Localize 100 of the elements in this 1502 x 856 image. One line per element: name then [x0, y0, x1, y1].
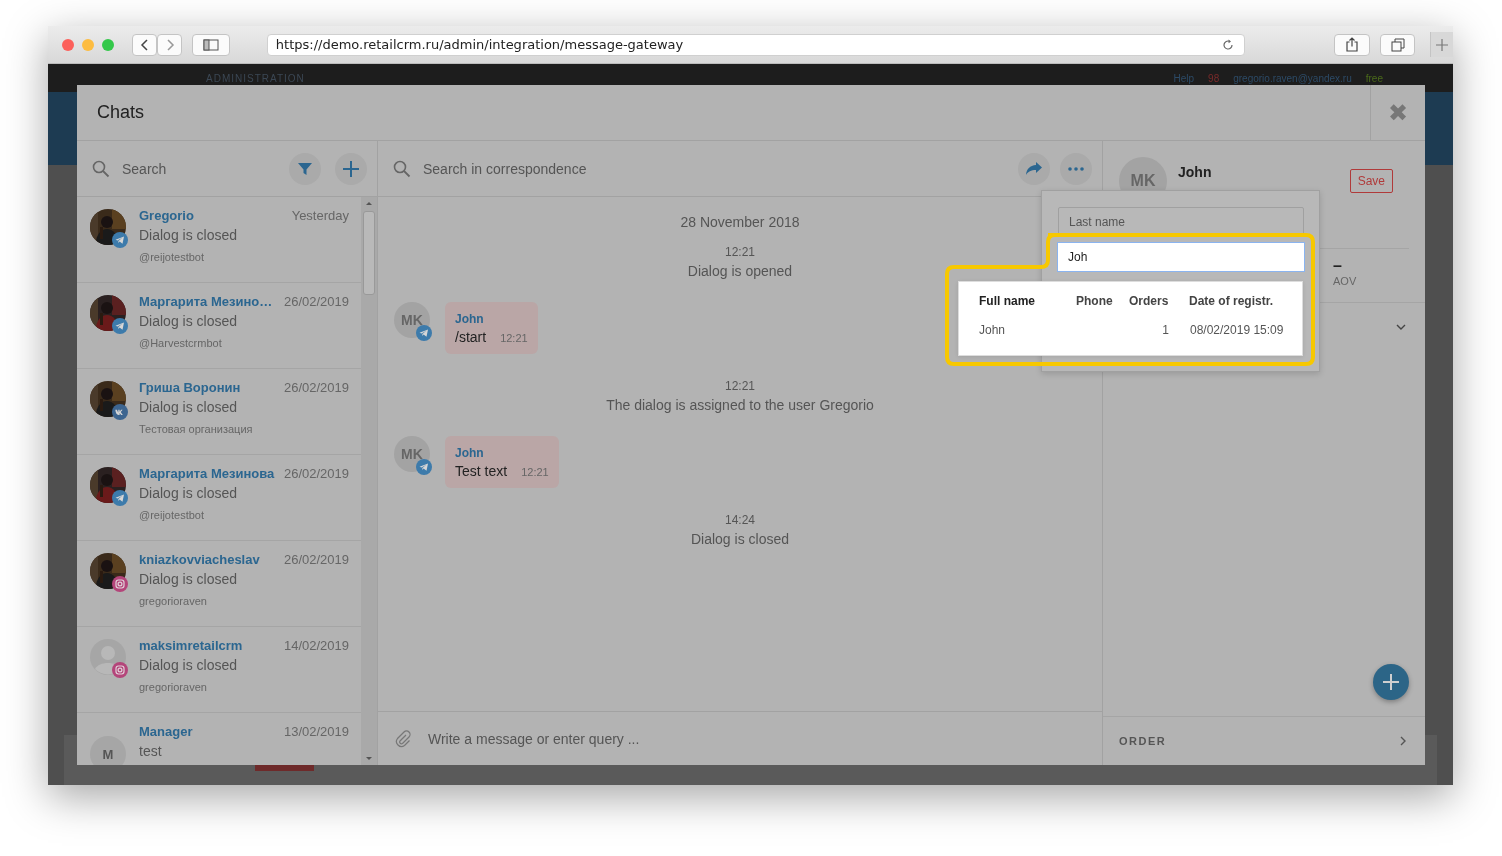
- chat-list-item[interactable]: Gregorio Yesterday Dialog is closed @reijotestbot: [77, 197, 361, 283]
- chevron-right-icon: [1399, 735, 1407, 747]
- search-field[interactable]: Search in correspondence: [421, 159, 1008, 178]
- telegram-icon: [416, 459, 432, 475]
- order-section-row[interactable]: ORDER: [1103, 716, 1425, 765]
- paperclip-icon[interactable]: [394, 729, 412, 748]
- share-icon: [1346, 37, 1359, 52]
- chat-source: Тестовая организация: [139, 423, 254, 435]
- chat-date: 26/02/2019: [283, 380, 349, 395]
- address-field[interactable]: https://demo.retailcrm.ru/admin/integration/message-gateway: [266, 33, 1246, 56]
- contact-name: Manager: [139, 724, 193, 739]
- dialog-title: Chats: [97, 102, 146, 123]
- chat-preview: test: [139, 743, 163, 759]
- add-button[interactable]: [1373, 664, 1409, 700]
- contact-name: maksimretailcrm: [139, 638, 243, 653]
- save-button[interactable]: Save: [1349, 169, 1393, 193]
- back-button[interactable]: [132, 33, 157, 56]
- sidebar-icon: [202, 38, 219, 51]
- chat-source: @reijotestbot: [139, 251, 205, 263]
- tabs-button[interactable]: [1380, 33, 1416, 56]
- message-time: 12:21: [500, 332, 528, 344]
- chat-date: 26/02/2019: [283, 466, 349, 481]
- instagram-icon: [112, 662, 128, 678]
- search-field[interactable]: Search: [120, 159, 279, 178]
- stat-value: –: [1333, 257, 1343, 275]
- filter-button[interactable]: [289, 152, 321, 185]
- contact-name: Маргарита Мезинова: [139, 466, 275, 481]
- avatar-initial: M: [90, 736, 126, 765]
- forward-icon: [164, 37, 175, 52]
- message-input[interactable]: Write a message or enter query ...: [426, 729, 1102, 748]
- share-button[interactable]: [1334, 33, 1371, 56]
- chat-date: 26/02/2019: [283, 552, 349, 567]
- chat-list-item[interactable]: Маргарита Мезинова 26/02/2019 Dialog is closed @reijotestbot: [77, 455, 361, 541]
- chat-list-item[interactable]: M Manager 13/02/2019 test: [77, 713, 361, 765]
- chat-source: @reijotestbot: [139, 509, 205, 521]
- stat-label: AOV: [1333, 275, 1358, 287]
- chat-source: @Harvestcrmbot: [139, 337, 223, 349]
- vk-icon: [112, 404, 128, 420]
- name-search-field[interactable]: Joh: [1057, 242, 1305, 272]
- reload-icon[interactable]: [1222, 38, 1235, 51]
- contact-name: Gregorio: [139, 208, 194, 223]
- chat-source: gregorioraven: [139, 681, 208, 693]
- message-author: John: [455, 312, 485, 326]
- chat-list-item[interactable]: Гриша Воронин 26/02/2019 Dialog is closed Тестовая организация: [77, 369, 361, 455]
- plus-icon: [1382, 673, 1400, 691]
- chat-date: 13/02/2019: [283, 724, 349, 739]
- chat-date: Yesterday: [291, 208, 349, 223]
- chat-preview: Dialog is closed: [139, 399, 239, 415]
- message-author: John: [455, 446, 485, 460]
- chat-list-item[interactable]: maksimretailcrm 14/02/2019 Dialog is closed gregorioraven: [77, 627, 361, 713]
- contact-name: kniazkovviacheslav: [139, 552, 260, 567]
- user-email[interactable]: gregorio.raven@yandex.ru: [1233, 72, 1352, 84]
- event-time: 12:21: [725, 379, 755, 393]
- column-header: Full name: [979, 294, 1036, 308]
- chat-preview: Dialog is closed: [139, 313, 239, 329]
- contact-name: Гриша Воронин: [139, 380, 241, 395]
- message-text: /start: [455, 329, 487, 345]
- chevron-down-icon[interactable]: [1395, 323, 1407, 331]
- tabs-icon: [1390, 37, 1405, 52]
- system-message: Dialog is opened: [687, 263, 793, 279]
- filter-icon: [297, 160, 313, 177]
- more-button[interactable]: [1060, 152, 1092, 185]
- customer-name: John: [1178, 164, 1212, 180]
- sidebar-button[interactable]: [192, 33, 230, 56]
- avatar-placeholder-icon: [90, 639, 126, 675]
- telegram-icon: [112, 318, 128, 334]
- plan-label: free: [1365, 72, 1383, 84]
- new-tab-button[interactable]: [1430, 32, 1453, 57]
- forward-button[interactable]: [157, 33, 182, 56]
- chat-preview: Dialog is closed: [139, 571, 239, 587]
- close-window-button[interactable]: [62, 38, 74, 51]
- telegram-icon: [112, 232, 128, 248]
- back-icon: [139, 37, 150, 52]
- plus-icon: [1436, 38, 1449, 51]
- plus-icon: [342, 159, 360, 178]
- telegram-icon: [112, 490, 128, 506]
- message-text: Test text: [455, 463, 508, 479]
- column-header: Phone: [1076, 294, 1114, 308]
- chat-list-item[interactable]: kniazkovviacheslav 26/02/2019 Dialog is closed gregorioraven: [77, 541, 361, 627]
- chat-preview: Dialog is closed: [139, 485, 239, 501]
- ellipsis-icon: [1068, 166, 1084, 171]
- chat-date: 26/02/2019: [283, 294, 349, 309]
- contact-name: Маргарита Мезино…: [139, 294, 273, 309]
- event-time: 12:21: [724, 245, 755, 259]
- search-icon: [393, 159, 411, 178]
- chat-date: 14/02/2019: [283, 638, 349, 653]
- scroll-thumb[interactable]: [363, 211, 375, 295]
- forward-arrow-icon: [1025, 160, 1043, 177]
- system-message: Dialog is closed: [690, 531, 790, 547]
- close-button[interactable]: ✖: [1370, 85, 1425, 140]
- event-time: 14:24: [725, 513, 755, 527]
- system-message: The dialog is assigned to the user Gregorio: [606, 397, 874, 413]
- add-button[interactable]: [335, 152, 367, 185]
- chat-list-item[interactable]: Маргарита Мезино… 26/02/2019 Dialog is closed @Harvestcrmbot: [77, 283, 361, 369]
- column-header: Orders: [1129, 294, 1170, 308]
- result-row[interactable]: John 1 08/02/2019 15:09: [979, 323, 1302, 337]
- chat-preview: Dialog is closed: [139, 657, 239, 673]
- forward-button[interactable]: [1018, 152, 1050, 185]
- telegram-icon: [416, 325, 432, 341]
- zoom-window-button[interactable]: [102, 38, 114, 51]
